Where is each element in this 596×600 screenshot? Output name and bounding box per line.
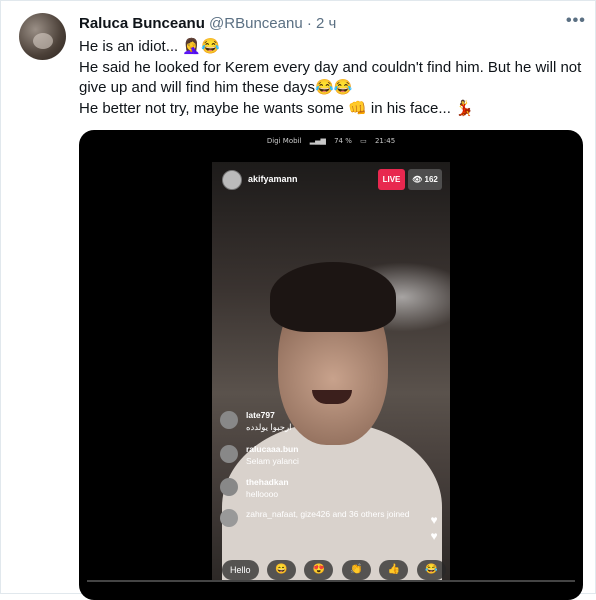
signal-icon: ▂▄▆ bbox=[309, 137, 326, 145]
reaction-chip[interactable]: 👏 bbox=[341, 560, 371, 580]
comment-message: ارجبوا يولدده bbox=[246, 422, 292, 432]
tweet-line: He is an idiot... 🤦‍♀️😂 bbox=[79, 38, 220, 55]
reaction-chip[interactable]: 👍 bbox=[379, 560, 409, 580]
comment-user: late797 bbox=[246, 410, 275, 420]
clock-label: 21:45 bbox=[374, 137, 396, 145]
carrier-label: Digi Mobil bbox=[266, 137, 302, 145]
viewer-count-value: 162 bbox=[424, 175, 438, 184]
tweet-header: Raluca Bunceanu @RBunceanu · 2 ч bbox=[79, 14, 336, 34]
person-hair bbox=[270, 262, 396, 332]
author-avatar[interactable] bbox=[19, 13, 66, 60]
tweet-line: He said he looked for Kerem every day an… bbox=[79, 58, 582, 97]
battery-icon: ▭ bbox=[360, 137, 367, 145]
streamer-username: akifyamann bbox=[248, 174, 298, 184]
phone-status-bar: Digi Mobil ▂▄▆ 74 % ▭ 21:45 bbox=[79, 137, 583, 145]
commenter-avatar bbox=[220, 445, 238, 463]
eye-icon: 👁 bbox=[412, 175, 425, 184]
comment-message: helloooo bbox=[246, 489, 279, 499]
joined-avatar bbox=[220, 509, 238, 527]
joined-text: zahra_nafaat, gize426 and 36 others join… bbox=[246, 509, 410, 519]
author-handle[interactable]: @RBunceanu bbox=[209, 15, 303, 32]
live-badge: LIVE bbox=[378, 169, 405, 190]
streamer-avatar bbox=[222, 170, 242, 190]
viewer-count: 👁 162 bbox=[408, 169, 442, 190]
reaction-chip[interactable]: 😂 bbox=[416, 560, 446, 580]
comment-message: Selam yalanci bbox=[246, 456, 299, 466]
tweet-text: He is an idiot... 🤦‍♀️😂 He said he looke… bbox=[79, 37, 584, 119]
video-player[interactable]: Digi Mobil ▂▄▆ 74 % ▭ 21:45 akifyamann L… bbox=[79, 130, 583, 600]
video-scrub-bar[interactable] bbox=[87, 580, 575, 582]
tweet-time[interactable]: · 2 ч bbox=[307, 15, 337, 32]
commenter-avatar bbox=[220, 411, 238, 429]
comment-user: ralucaaa.bun bbox=[246, 444, 299, 454]
reply-chip[interactable]: Hello bbox=[222, 560, 259, 580]
live-stream-frame: akifyamann LIVE 👁 162 late797 ارجبوا يول… bbox=[212, 162, 450, 582]
reaction-chip[interactable]: 😄 bbox=[266, 560, 296, 580]
author-name[interactable]: Raluca Bunceanu bbox=[79, 15, 205, 32]
comment-user: thehadkan bbox=[246, 477, 289, 487]
reaction-chip[interactable]: 😍 bbox=[304, 560, 334, 580]
reaction-bar: Hello 😄 😍 👏 👍 😂 bbox=[222, 560, 450, 582]
more-horizontal-icon[interactable]: ••• bbox=[566, 12, 586, 30]
commenter-avatar bbox=[220, 478, 238, 496]
tweet-line: He better not try, maybe he wants some 👊… bbox=[79, 99, 474, 117]
battery-label: 74 % bbox=[334, 137, 352, 145]
